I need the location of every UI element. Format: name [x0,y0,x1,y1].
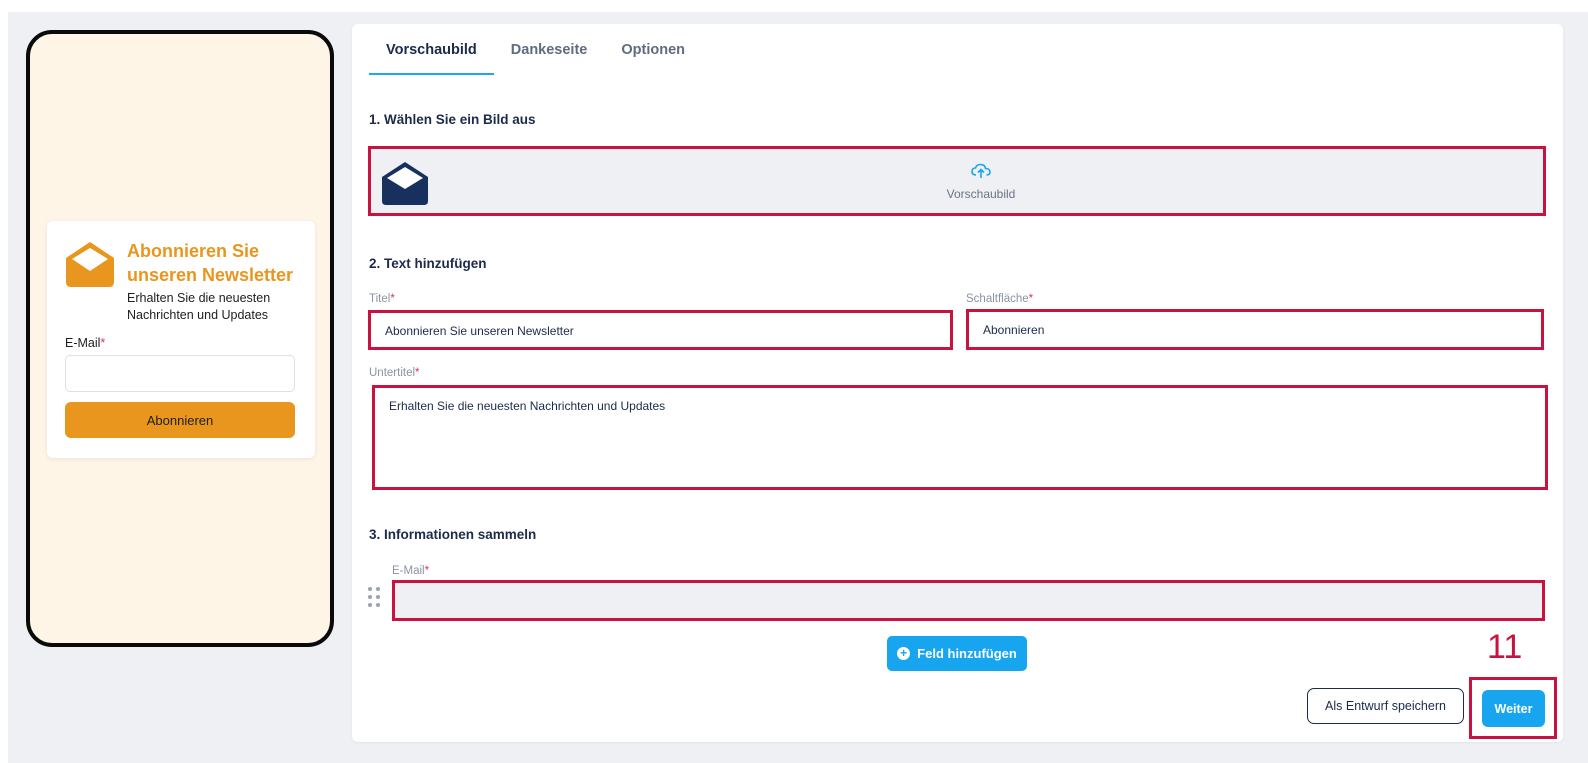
newsletter-card: Abonnieren Sie unseren Newsletter Erhalt… [47,221,315,458]
preview-title: Abonnieren Sie unseren Newsletter [127,241,294,285]
title-field-label-text: Titel [369,293,391,305]
add-field-button[interactable]: + Feld hinzufügen [887,636,1027,671]
envelope-open-icon [66,242,114,287]
title-field-label: Titel* [369,293,395,305]
email-field-label: E-Mail* [392,565,429,577]
preview-email-input[interactable] [65,355,295,392]
button-text-input[interactable]: Abonnieren [966,309,1544,350]
drag-handle-icon[interactable] [368,587,382,611]
envelope-thumbnail-icon [382,162,428,205]
tab-optionen[interactable]: Optionen [604,24,702,75]
email-field[interactable] [392,580,1545,621]
next-button[interactable]: Weiter [1482,690,1545,727]
required-mark: * [415,367,420,379]
tab-vorschaubild[interactable]: Vorschaubild [369,24,494,75]
upload-label: Vorschaubild [946,187,1016,201]
subtitle-textarea[interactable]: Erhalten Sie die neuesten Nachrichten un… [372,385,1548,490]
tab-dankeseite[interactable]: Dankeseite [494,24,605,75]
title-input[interactable]: Abonnieren Sie unseren Newsletter [368,310,953,350]
section-title-image: 1. Wählen Sie ein Bild aus [369,112,536,127]
preview-subtitle: Erhalten Sie die neuesten Nachrichten un… [127,291,271,322]
preview-subscribe-button[interactable]: Abonnieren [65,402,295,438]
section-title-collect: 3. Informationen sammeln [369,527,537,542]
tab-bar: Vorschaubild Dankeseite Optionen [369,24,702,75]
required-mark: * [1028,293,1034,305]
required-mark: * [424,565,430,577]
preview-email-label: E-Mail* [65,336,105,350]
button-field-label-text: Schaltfläche [966,293,1029,305]
save-draft-button[interactable]: Als Entwurf speichern [1307,688,1464,724]
subtitle-field-label-text: Untertitel [369,367,416,379]
subtitle-field-label: Untertitel* [369,367,420,379]
image-upload-area[interactable]: Vorschaubild [368,146,1546,216]
required-mark: * [390,293,395,305]
editor-panel: Vorschaubild Dankeseite Optionen 1. Wähl… [352,24,1563,742]
next-button-highlight: Weiter [1469,677,1557,739]
phone-preview: Abonnieren Sie unseren Newsletter Erhalt… [26,30,334,647]
plus-circle-icon: + [897,647,911,660]
required-mark: * [100,336,106,350]
step-number-annotation: 11 [1487,628,1523,666]
cloud-upload-icon [971,163,991,178]
preview-email-label-text: E-Mail [65,336,101,350]
section-title-text: 2. Text hinzufügen [369,256,487,271]
button-field-label: Schaltfläche* [966,293,1033,305]
email-field-label-text: E-Mail [392,565,425,577]
add-field-label: Feld hinzufügen [917,646,1017,661]
